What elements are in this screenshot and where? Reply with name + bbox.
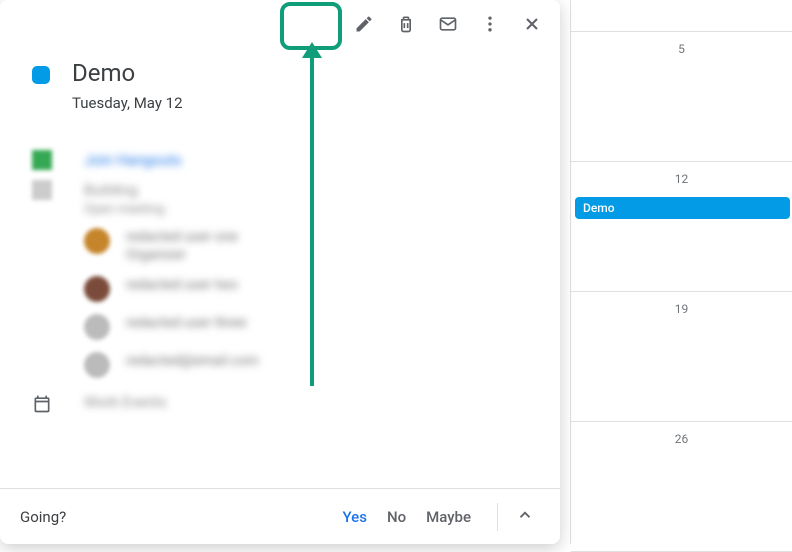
rsvp-yes-button[interactable]: Yes: [332, 502, 376, 532]
mail-button[interactable]: [428, 4, 468, 44]
calendar-icon: [32, 394, 52, 418]
pencil-icon: [354, 14, 374, 34]
calendar-cell[interactable]: 12 Demo: [571, 162, 792, 292]
guest-name: redacted@email.com: [126, 352, 259, 370]
avatar: [84, 352, 110, 378]
avatar: [84, 276, 110, 302]
calendar-name: Work Events: [84, 392, 166, 412]
divider: [497, 503, 498, 531]
meet-link-row[interactable]: Join Hangouts: [32, 150, 536, 170]
meet-icon: [32, 150, 52, 170]
guest-name: redacted user three: [126, 314, 247, 332]
rsvp-footer: Going? Yes No Maybe: [0, 488, 560, 544]
day-number: 5: [678, 42, 685, 56]
location-primary: Building: [84, 180, 165, 200]
edit-button[interactable]: [344, 4, 384, 44]
avatar: [84, 314, 110, 340]
annotation-arrow-head: [302, 42, 322, 58]
guest-note: Organizer: [126, 246, 238, 264]
annotation-arrow: [310, 48, 314, 386]
avatar: [84, 228, 110, 254]
guest-name: redacted user two: [126, 276, 238, 294]
location-row: Building Open meeting: [32, 180, 536, 218]
event-title: Demo: [72, 58, 183, 88]
rsvp-no-button[interactable]: No: [377, 502, 416, 532]
calendar-cell[interactable]: 26: [571, 422, 792, 552]
day-number: 26: [675, 432, 689, 446]
location-secondary: Open meeting: [84, 201, 165, 219]
calendar-grid: 5 12 Demo 19 26: [570, 0, 792, 544]
calendar-name-row: Work Events: [32, 392, 536, 418]
event-details: Join Hangouts Building Open meeting reda…: [32, 150, 536, 428]
guest-name: redacted user one: [126, 228, 238, 246]
rsvp-options-button[interactable]: [510, 500, 540, 534]
more-vertical-icon: [480, 14, 500, 34]
day-number: 12: [675, 172, 689, 186]
event-header: Demo Tuesday, May 12: [32, 58, 536, 112]
mail-icon: [438, 14, 458, 34]
location-icon: [32, 180, 52, 200]
close-icon: [522, 14, 542, 34]
event-chip-label: Demo: [583, 201, 615, 215]
going-label: Going?: [20, 508, 66, 526]
meet-link: Join Hangouts: [84, 150, 182, 170]
popup-toolbar: [344, 4, 552, 44]
calendar-header-row: [571, 0, 792, 32]
calendar-cell[interactable]: 5: [571, 32, 792, 162]
more-options-button[interactable]: [470, 4, 510, 44]
chevron-up-icon: [516, 506, 534, 524]
event-color-swatch: [32, 66, 50, 84]
close-button[interactable]: [512, 4, 552, 44]
event-chip-demo[interactable]: Demo: [575, 197, 790, 219]
day-number: 19: [675, 302, 689, 316]
event-date: Tuesday, May 12: [72, 94, 183, 112]
delete-button[interactable]: [386, 4, 426, 44]
rsvp-maybe-button[interactable]: Maybe: [416, 502, 481, 532]
calendar-cell[interactable]: 19: [571, 292, 792, 422]
trash-icon: [396, 14, 416, 34]
event-detail-popup: Demo Tuesday, May 12 Join Hangouts Build…: [0, 0, 560, 544]
